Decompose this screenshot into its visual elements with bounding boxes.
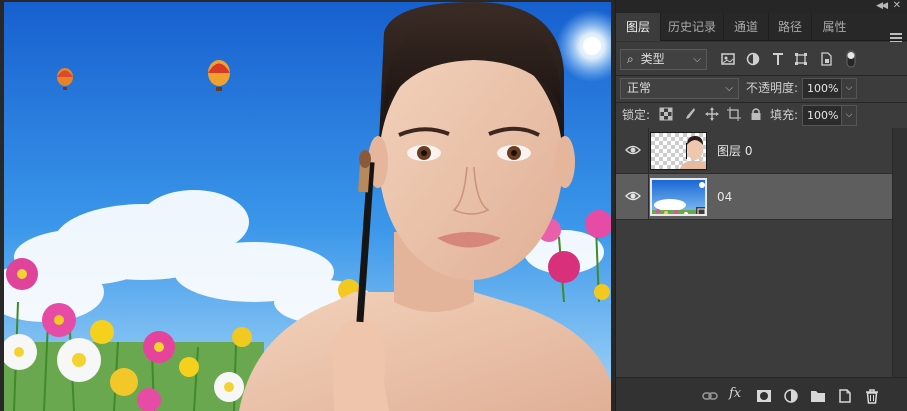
filter-pixel-icon[interactable] bbox=[721, 52, 737, 68]
tab-history[interactable]: 历史记录 bbox=[661, 13, 724, 41]
panel-tabs: 图层 历史记录 通道 路径 属性 bbox=[616, 13, 907, 43]
link-icon[interactable] bbox=[702, 388, 718, 404]
layer-thumbnail bbox=[650, 178, 707, 216]
search-icon: ⌕ bbox=[627, 52, 634, 66]
folder-icon[interactable] bbox=[810, 388, 826, 404]
fx-icon[interactable]: fx bbox=[729, 386, 749, 402]
layers-scrollbar[interactable] bbox=[892, 128, 907, 378]
lock-transparent-pixels-icon[interactable] bbox=[659, 107, 675, 123]
fill-dropdown-icon[interactable]: ⌵ bbox=[841, 105, 857, 126]
filter-adjustment-icon[interactable] bbox=[746, 52, 762, 68]
layer-thumbnail bbox=[650, 132, 707, 170]
filter-kind-label: 类型 bbox=[640, 52, 665, 66]
fill-label: 填充: bbox=[770, 108, 799, 122]
filter-kind-select[interactable]: ⌕ 类型 ⌵ bbox=[620, 49, 707, 70]
lock-image-pixels-icon[interactable] bbox=[682, 107, 698, 123]
tab-paths[interactable]: 路径 bbox=[769, 13, 812, 41]
tab-channels[interactable]: 通道 bbox=[724, 13, 769, 41]
tab-properties[interactable]: 属性 bbox=[812, 13, 857, 41]
layers-footer-toolbar: fx bbox=[616, 377, 907, 411]
filter-shape-icon[interactable] bbox=[794, 52, 810, 68]
canvas-area[interactable] bbox=[0, 0, 615, 411]
panel-title-bar: ◀◀ ✕ bbox=[616, 0, 907, 13]
canvas-image bbox=[4, 2, 611, 411]
layer-name[interactable]: 图层 0 bbox=[717, 143, 752, 159]
fill-input[interactable]: 100% bbox=[802, 105, 842, 126]
opacity-label: 不透明度: bbox=[746, 81, 799, 95]
layers-panel-body: ⌕ 类型 ⌵ 正常 ⌵ 不透明度: 100% ⌵ 锁定: 填充: 100% ⌵ … bbox=[616, 42, 907, 411]
blend-mode-value: 正常 bbox=[627, 81, 652, 95]
layers-list: 图层 0 04 bbox=[616, 128, 892, 378]
lock-label: 锁定: bbox=[622, 108, 651, 122]
filter-smart-object-icon[interactable] bbox=[819, 52, 835, 68]
lock-all-icon[interactable] bbox=[749, 107, 765, 123]
mask-icon[interactable] bbox=[756, 388, 772, 404]
layer-row-0[interactable]: 图层 0 bbox=[616, 128, 892, 174]
new-layer-icon[interactable] bbox=[837, 388, 853, 404]
layers-panel: ◀◀ ✕ 图层 历史记录 通道 路径 属性 ⌕ 类型 ⌵ 正常 ⌵ 不透明度: … bbox=[615, 0, 907, 411]
blend-mode-select[interactable]: 正常 ⌵ bbox=[620, 78, 739, 99]
collapse-panel-icon[interactable]: ◀◀ bbox=[876, 1, 888, 11]
chevron-down-icon: ⌵ bbox=[725, 83, 733, 94]
eye-visibility-icon[interactable] bbox=[625, 189, 641, 203]
opacity-dropdown-icon[interactable]: ⌵ bbox=[841, 78, 857, 99]
document-canvas[interactable] bbox=[4, 2, 611, 411]
lock-artboard-icon[interactable] bbox=[727, 107, 743, 123]
layer-row-1[interactable]: 04 bbox=[616, 174, 892, 220]
lock-position-icon[interactable] bbox=[705, 107, 721, 123]
layer-name[interactable]: 04 bbox=[717, 189, 732, 205]
filter-toggle-switch[interactable] bbox=[846, 50, 856, 68]
tab-layers[interactable]: 图层 bbox=[616, 13, 661, 41]
fx-label: fx bbox=[729, 386, 742, 401]
opacity-input[interactable]: 100% bbox=[802, 78, 842, 99]
trash-icon[interactable] bbox=[864, 388, 880, 404]
filter-type-icon[interactable] bbox=[771, 52, 787, 68]
eye-visibility-icon[interactable] bbox=[625, 143, 641, 157]
close-panel-icon[interactable]: ✕ bbox=[893, 0, 901, 11]
chevron-down-icon: ⌵ bbox=[693, 54, 701, 65]
adjustment-icon[interactable] bbox=[783, 388, 799, 404]
